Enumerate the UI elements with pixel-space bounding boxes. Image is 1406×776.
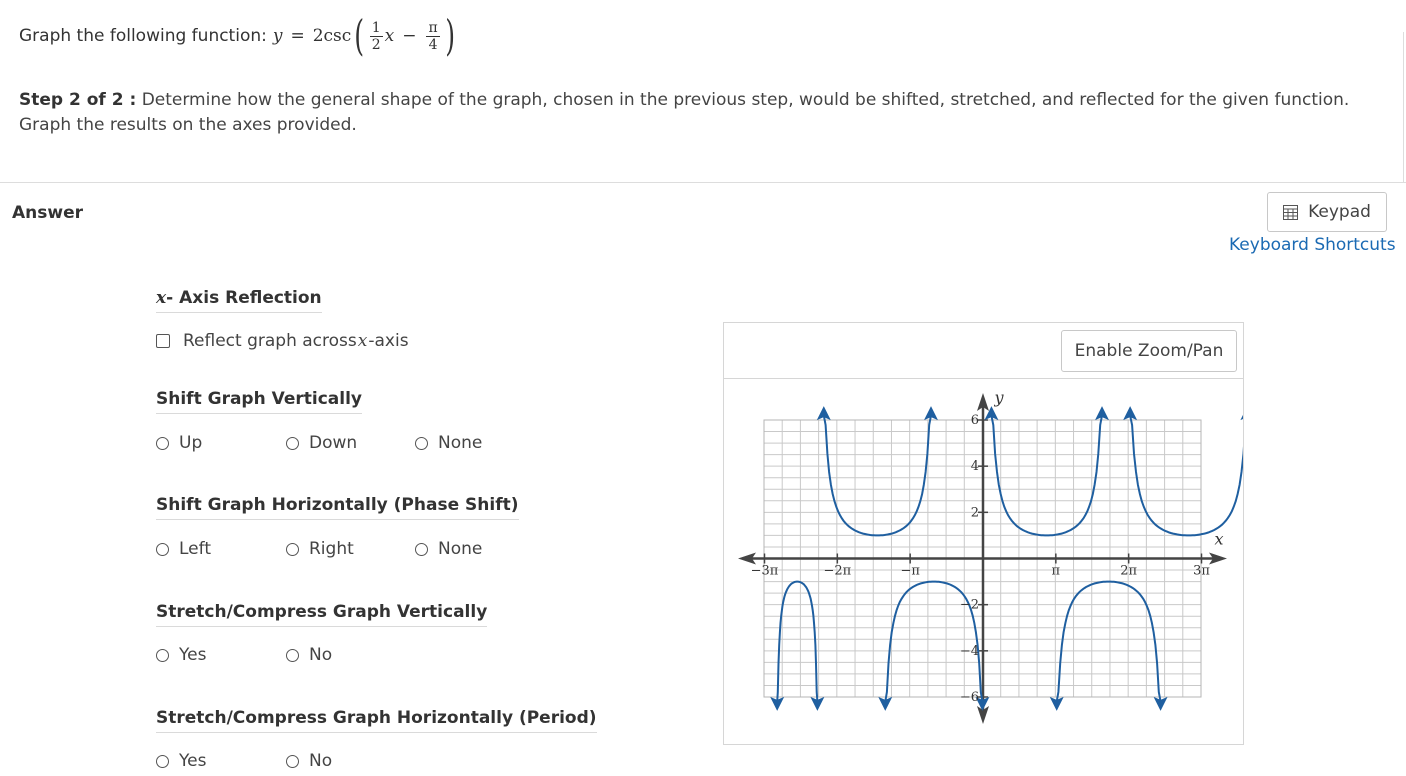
keypad-button[interactable]: Keypad xyxy=(1267,192,1387,232)
eq-fraction-1: 1 2 xyxy=(369,19,383,53)
radio-button[interactable] xyxy=(286,436,299,450)
radio-button[interactable] xyxy=(156,754,169,768)
csc-branch-up xyxy=(1129,415,1243,537)
eq-minus: − xyxy=(402,26,417,46)
horizontal-shift-option-left[interactable]: Left xyxy=(156,539,211,559)
option-label: Right xyxy=(309,539,354,559)
x-axis-label: x xyxy=(1214,530,1223,549)
option-label: Down xyxy=(309,433,358,453)
enable-zoom-pan-button[interactable]: Enable Zoom/Pan xyxy=(1061,330,1237,372)
eq-func: 2csc xyxy=(312,26,352,46)
arrow-up-icon xyxy=(1240,414,1243,421)
answer-heading: Answer xyxy=(12,203,83,223)
eq-fraction-2: π 4 xyxy=(426,19,440,53)
option-label: None xyxy=(438,539,483,559)
y-tick-label: 4 xyxy=(971,459,979,474)
y-tick-label: −6 xyxy=(960,690,979,705)
horizontal-stretch-option-no[interactable]: No xyxy=(286,751,332,771)
eq-var-x: x xyxy=(384,26,395,46)
question-line: Graph the following function: y = 2csc (… xyxy=(19,8,458,64)
radio-button[interactable] xyxy=(415,436,428,450)
vertical-stretch-title: Stretch/Compress Graph Vertically xyxy=(156,602,488,627)
x-tick-label: −π xyxy=(900,564,920,579)
eq-equals: = xyxy=(290,26,305,46)
section-divider xyxy=(0,182,1406,183)
x-tick-label: −2π xyxy=(823,564,851,579)
reflect-label-pre: Reflect graph across xyxy=(183,331,357,351)
horizontal-shift-option-none[interactable]: None xyxy=(415,539,482,559)
option-label: No xyxy=(309,751,333,771)
question-prompt: Graph the following function: xyxy=(19,26,267,46)
y-tick-label: −4 xyxy=(960,644,979,659)
radio-button[interactable] xyxy=(156,436,169,450)
panel-edge xyxy=(1403,32,1404,182)
csc-branch-down xyxy=(776,580,819,702)
horizontal-stretch-option-yes[interactable]: Yes xyxy=(156,751,206,771)
function-equation: y = 2csc ( 1 2 x − π 4 ) xyxy=(273,15,458,57)
reflection-title-text: - Axis Reflection xyxy=(166,288,322,308)
step-label: Step 2 of 2 : xyxy=(19,90,137,110)
y-tick-label: 6 xyxy=(971,413,979,428)
eq-var-y: y xyxy=(272,26,283,46)
eq-paren-left: ( xyxy=(354,11,365,60)
vertical-shift-option-up[interactable]: Up xyxy=(156,433,202,453)
x-tick-label: π xyxy=(1052,564,1061,579)
csc-branch-up xyxy=(822,415,932,537)
eq-frac1-den: 2 xyxy=(371,36,381,53)
eq-frac1-num: 1 xyxy=(369,19,383,37)
reflect-checkbox[interactable] xyxy=(156,334,170,348)
vertical-shift-option-down[interactable]: Down xyxy=(286,433,357,453)
option-label: Up xyxy=(179,433,203,453)
radio-button[interactable] xyxy=(415,542,428,556)
radio-button[interactable] xyxy=(286,754,299,768)
step-instructions: Step 2 of 2 : Determine how the general … xyxy=(19,88,1389,138)
y-tick-label: −2 xyxy=(960,598,979,613)
eq-frac2-num: π xyxy=(426,19,440,37)
radio-button[interactable] xyxy=(286,648,299,662)
reflect-label-var: x xyxy=(357,331,368,351)
graph-canvas[interactable]: −3π −2π −π π 2π 3π 6 4 2 −2 −4 −6 x y xyxy=(724,379,1243,744)
x-tick-label: −3π xyxy=(751,564,779,579)
horizontal-shift-title: Shift Graph Horizontally (Phase Shift) xyxy=(156,495,519,520)
option-label: Yes xyxy=(179,645,207,665)
radio-button[interactable] xyxy=(156,648,169,662)
horizontal-shift-option-right[interactable]: Right xyxy=(286,539,354,559)
reflect-label-post: -axis xyxy=(368,331,409,351)
vertical-stretch-option-no[interactable]: No xyxy=(286,645,332,665)
eq-paren-right: ) xyxy=(444,11,455,60)
vertical-shift-title: Shift Graph Vertically xyxy=(156,389,362,414)
vertical-stretch-option-yes[interactable]: Yes xyxy=(156,645,206,665)
reflect-checkbox-option[interactable]: Reflect graph across x -axis xyxy=(156,331,409,351)
keyboard-shortcuts-link[interactable]: Keyboard Shortcuts xyxy=(1229,235,1396,255)
vertical-shift-option-none[interactable]: None xyxy=(415,433,482,453)
reflection-section-title: x- Axis Reflection xyxy=(156,288,322,313)
x-tick-label: 3π xyxy=(1193,564,1210,579)
calculator-icon xyxy=(1283,204,1299,220)
csc-branch-down xyxy=(1055,580,1162,702)
reflection-title-var: x xyxy=(156,288,167,308)
step-text: Determine how the general shape of the g… xyxy=(19,90,1350,135)
csc-branch-up xyxy=(990,415,1103,537)
option-label: None xyxy=(438,433,483,453)
radio-button[interactable] xyxy=(286,542,299,556)
horizontal-stretch-title: Stretch/Compress Graph Horizontally (Per… xyxy=(156,708,597,733)
keypad-label: Keypad xyxy=(1308,202,1371,222)
y-axis-label: y xyxy=(993,388,1004,407)
option-label: No xyxy=(309,645,333,665)
option-label: Left xyxy=(179,539,211,559)
option-label: Yes xyxy=(179,751,207,771)
eq-frac2-den: 4 xyxy=(428,36,438,53)
y-tick-label: 2 xyxy=(971,505,979,520)
x-tick-label: 2π xyxy=(1120,564,1137,579)
radio-button[interactable] xyxy=(156,542,169,556)
